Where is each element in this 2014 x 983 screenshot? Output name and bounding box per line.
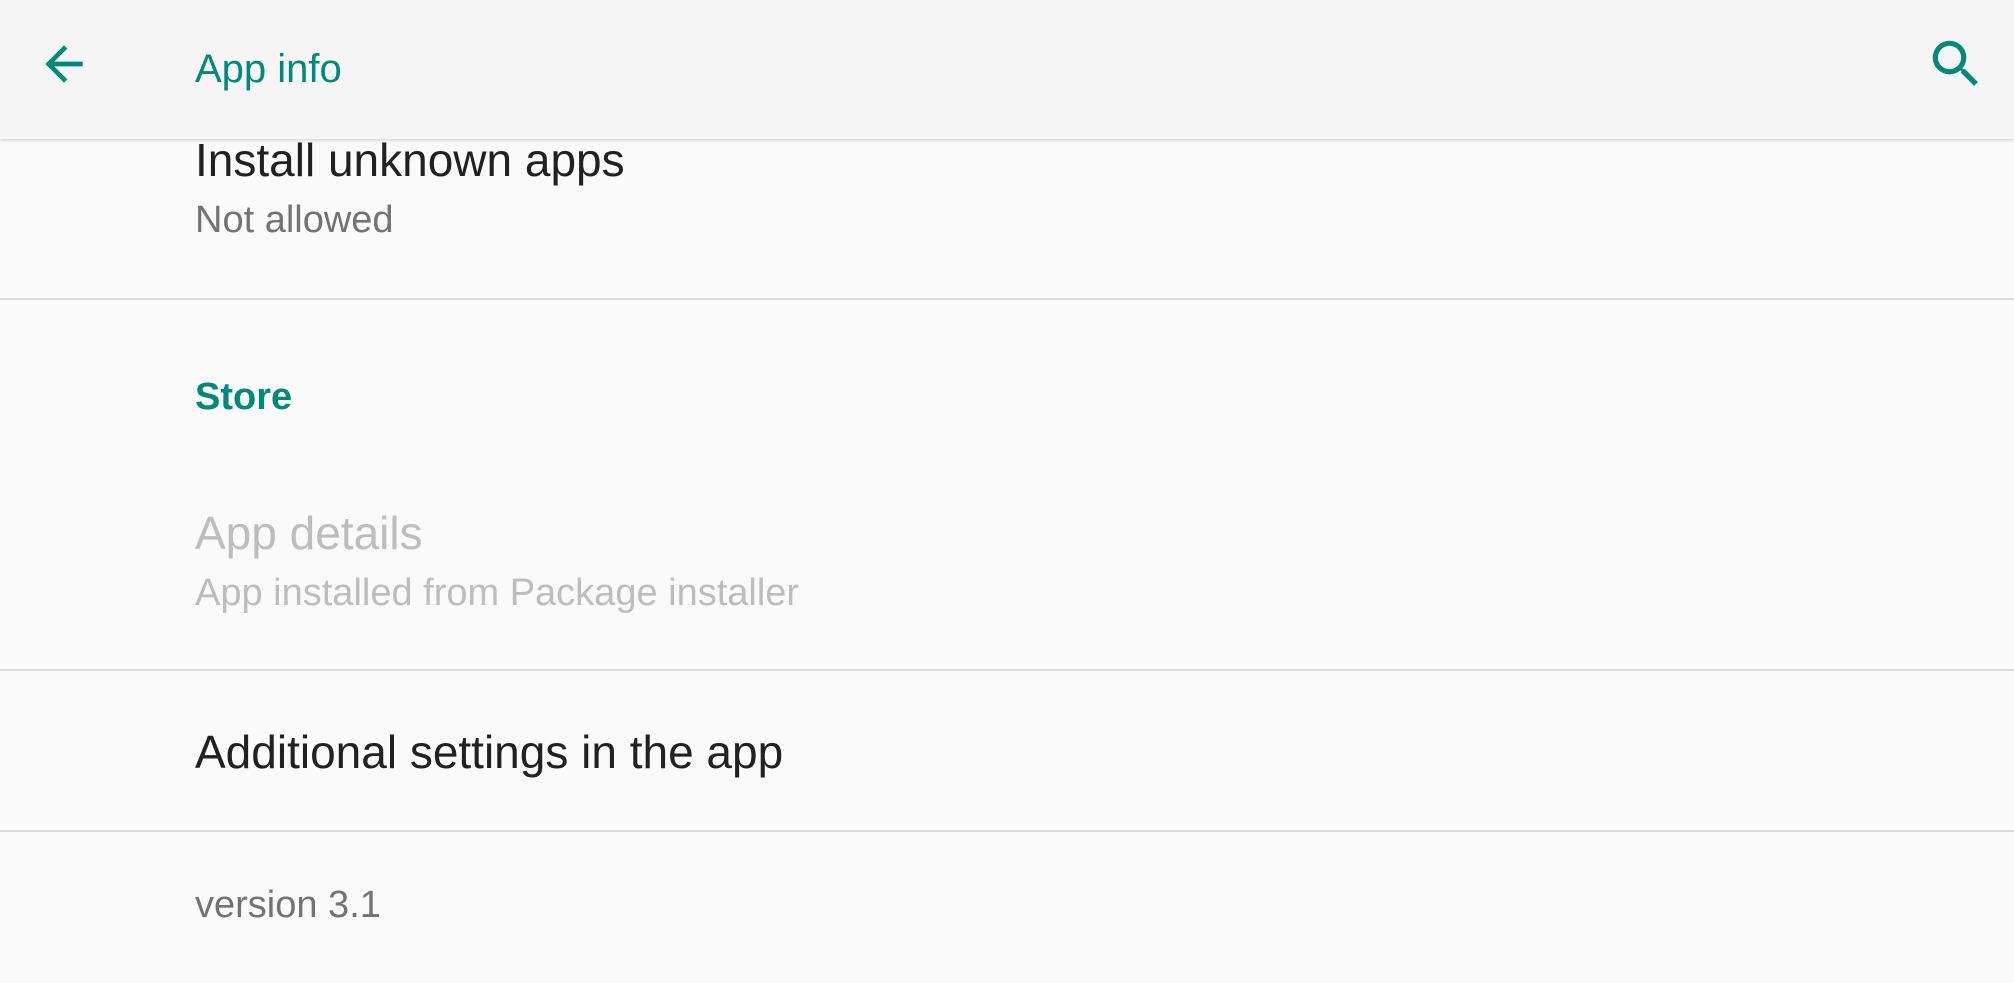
app-details-title: App details	[195, 507, 423, 559]
store-category-header: Store	[195, 376, 293, 418]
additional-settings-item[interactable]: Additional settings in the app	[0, 725, 2014, 779]
settings-list: Install unknown apps Not allowed Store A…	[0, 139, 2014, 983]
app-details-item[interactable]: App details App installed from Package i…	[0, 506, 2014, 615]
install-unknown-apps-summary: Not allowed	[195, 199, 394, 241]
install-unknown-apps-item[interactable]: Install unknown apps Not allowed	[0, 139, 2014, 242]
arrow-back-icon	[36, 36, 92, 97]
back-button[interactable]	[28, 30, 100, 102]
page-title: App info	[195, 47, 342, 91]
search-icon	[1925, 33, 1987, 100]
app-bar: App info	[0, 0, 2014, 139]
divider	[0, 830, 2014, 832]
search-button[interactable]	[1918, 28, 1994, 104]
additional-settings-title: Additional settings in the app	[195, 726, 784, 778]
app-details-summary: App installed from Package installer	[195, 572, 800, 614]
version-text: version 3.1	[195, 884, 381, 926]
divider	[0, 669, 2014, 671]
divider	[0, 298, 2014, 300]
install-unknown-apps-title: Install unknown apps	[195, 139, 625, 186]
